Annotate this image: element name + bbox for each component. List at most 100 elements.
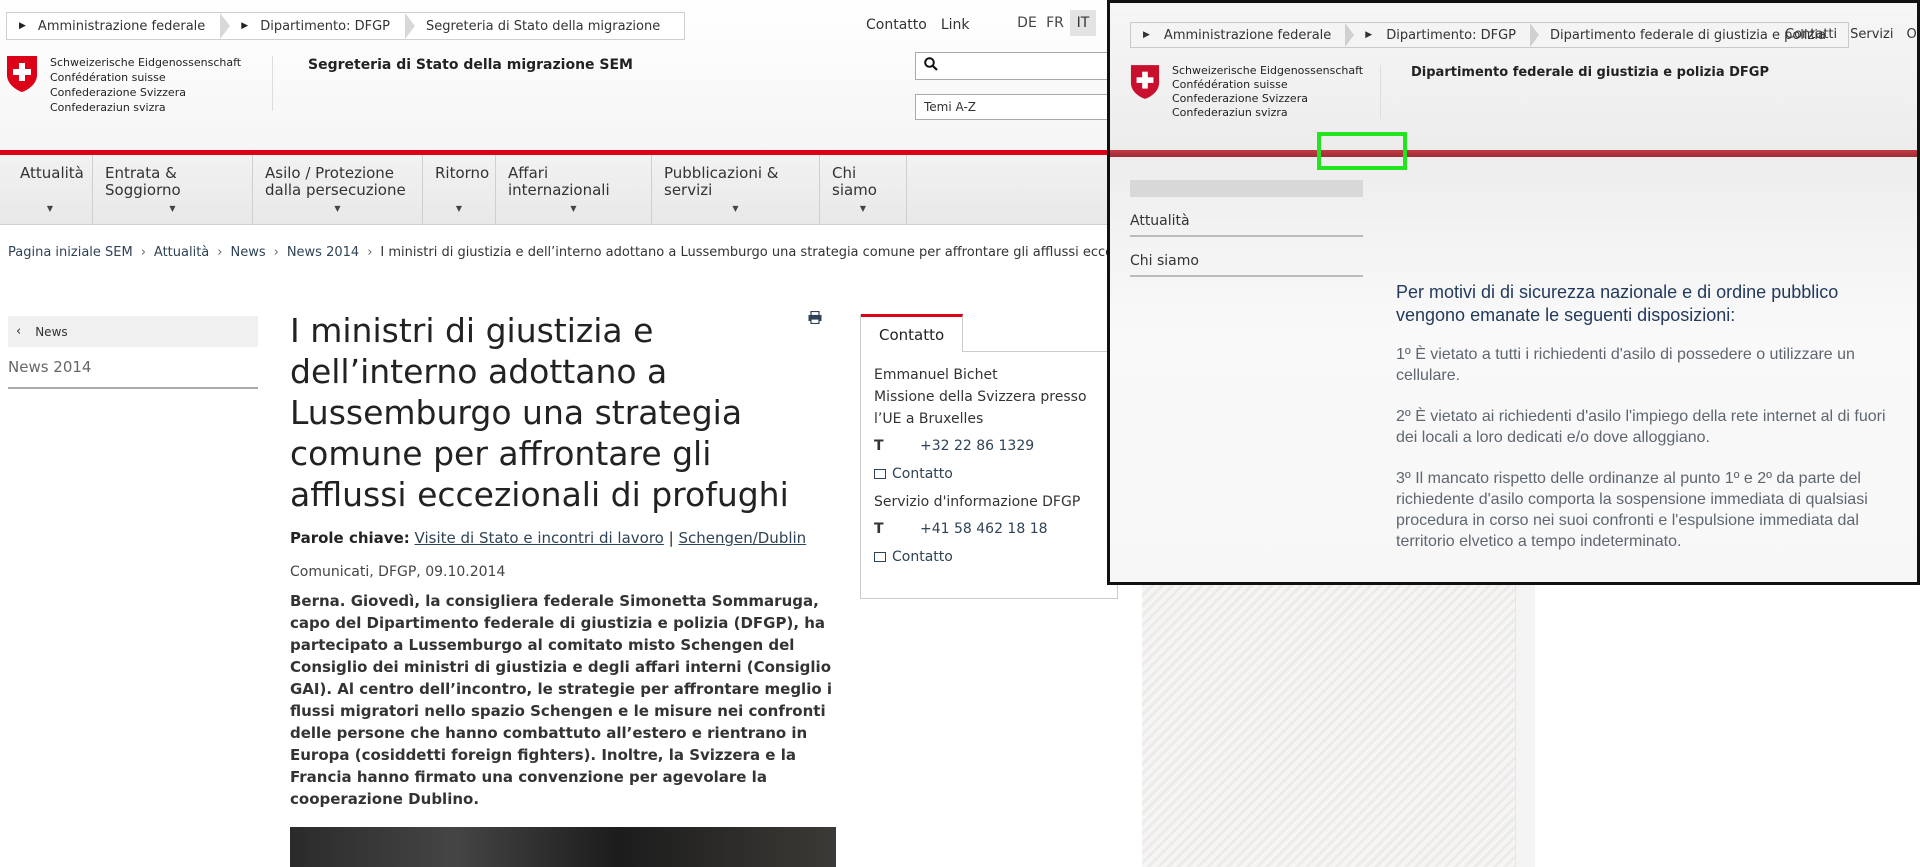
contact-card: Contatto Emmanuel Bichet Missione della … [860,314,1118,599]
overlay-notice: Per motivi di di sicurezza nazionale e d… [1396,281,1906,572]
logo-divider [272,56,273,111]
triangle-right-icon: ▶ [1365,30,1373,40]
contact-phone-row: T +41 58 462 18 18 [874,518,1114,540]
site-header: ▶ Amministrazione federale ▶ Dipartimento:… [0,0,1140,152]
breadcrumb-news[interactable]: News [230,245,265,260]
top-breadcrumb-item[interactable]: ▶ Amministrazione federale [7,13,231,39]
language-switcher: DE FR IT [1014,10,1096,36]
article-photo [290,827,836,867]
page-breadcrumb: Pagina iniziale SEM › Attualità › News › Ne… [8,245,1229,260]
federation-names: Schweizerische Eidgenossenschaft Confédé… [1172,64,1364,119]
contact-phone[interactable]: +32 22 86 1329 [920,435,1034,457]
breadcrumb-home[interactable]: Pagina iniziale SEM [8,245,133,260]
nav-item-international[interactable]: Affari internazionali ▼ [496,155,652,225]
lang-de[interactable]: DE [1014,10,1040,36]
contact-phone[interactable]: +41 58 462 18 18 [920,518,1048,540]
chevron-down-icon: ▼ [570,204,577,213]
lang-fr[interactable]: FR [1042,10,1068,36]
contact-link[interactable]: Contatto [874,546,1114,568]
overlay-side-nav: Attualità Chi siamo [1130,180,1363,277]
contact-tab-line [963,351,1117,352]
triangle-right-icon: ▶ [19,21,26,31]
chevron-down-icon: ▼ [455,204,463,213]
contact-name: Emmanuel Bichet [874,367,998,383]
nav-item-news[interactable]: Attualità ▼ [8,155,93,225]
overlay-link-offers[interactable]: Offerte [1906,27,1917,42]
keyword-link[interactable]: Visite di Stato e incontri di lavoro [415,529,664,547]
overlay-breadcrumb: ▶ Amministrazione federale ▶ Dipartimento:… [1130,22,1849,48]
notice-item: 3º Il mancato rispetto delle ordinanze a… [1396,470,1868,550]
top-breadcrumb-item[interactable]: Segreteria di Stato della migrazione [414,13,684,39]
top-breadcrumb: ▶ Amministrazione federale ▶ Dipartimento:… [6,12,686,40]
highlight-box [1317,132,1407,170]
chevron-down-icon: ▼ [334,204,341,213]
overlay-breadcrumb-item[interactable]: ▶ Amministrazione federale [1131,23,1355,47]
side-back-link[interactable]: ‹ News [8,316,258,347]
swiss-shield-icon [6,55,38,93]
article: I ministri di giustizia e dell’interno a… [290,310,838,810]
search-icon[interactable] [924,57,938,75]
overlay-top-links: Contatti Servizi Offerte [1785,27,1917,42]
top-breadcrumb-item[interactable]: ▶ Dipartimento: DFGP [229,13,415,39]
chevron-down-icon: ▼ [169,204,176,213]
overlay-side-item-news[interactable]: Attualità [1130,197,1363,237]
overlay-window: ▶ Amministrazione federale ▶ Dipartimento:… [1107,0,1920,585]
top-links: Contatto Link [866,17,970,33]
breadcrumb-news-section[interactable]: Attualità [154,245,209,260]
article-lead: Berna. Giovedì, la consigliera federale … [290,592,833,808]
overlay-department-title: Dipartimento federale di giustizia e pol… [1411,65,1769,80]
contact-link[interactable]: Contatto [874,463,1114,485]
overlay-red-bar [1110,150,1917,157]
contact-body: Emmanuel Bichet Missione della Svizzera … [874,364,1114,568]
overlay-breadcrumb-item[interactable]: ▶ Dipartimento: DFGP [1353,23,1539,47]
overlay-side-item-about[interactable]: Chi siamo [1130,237,1363,277]
lang-it[interactable]: IT [1070,10,1096,36]
side-nav: ‹ News News 2014 [8,316,258,389]
triangle-right-icon: ▶ [1143,30,1150,40]
chevron-down-icon: ▼ [859,204,867,213]
nav-item-publications[interactable]: Pubblicazioni & servizi ▼ [652,155,820,225]
main-page: ▶ Amministrazione federale ▶ Dipartimento:… [0,0,1229,867]
background-panel-edge [1515,560,1535,867]
nav-item-entry[interactable]: Entrata & Soggiorno ▼ [93,155,253,225]
federation-names: Schweizerische Eidgenossenschaft Confédé… [50,56,242,114]
chevron-down-icon: ▼ [46,204,54,213]
notice-item: 2º È vietato ai richiedenti d'asilo l'im… [1396,408,1886,446]
department-title: Segreteria di Stato della migrazione SEM [308,57,633,73]
breadcrumb-current: I ministri di giustizia e dell’interno a… [380,245,1230,260]
swiss-shield-icon [1130,64,1162,102]
federal-logo[interactable]: Schweizerische Eidgenossenschaft Confédé… [6,55,241,115]
chevron-down-icon: ▼ [732,204,739,213]
side-current-item[interactable]: News 2014 [8,347,258,389]
nav-item-return[interactable]: Ritorno ▼ [423,155,496,225]
main-nav: Attualità ▼ Entrata & Soggiorno ▼ Asilo / … [0,155,1140,225]
mail-icon [874,469,886,479]
contact-tab[interactable]: Contatto [861,314,963,352]
top-link-links[interactable]: Link [941,17,970,33]
overlay-logo-divider [1380,65,1381,119]
breadcrumb-separator: › [367,245,373,260]
nav-item-asylum[interactable]: Asilo / Protezione dalla persecuzione ▼ [253,155,423,225]
article-keywords: Parole chiave: Visite di Stato e incontr… [290,529,807,547]
notice-heading: Per motivi di di sicurezza nazionale e d… [1396,282,1839,325]
breadcrumb-separator: › [140,245,146,260]
article-meta: Comunicati, DFGP, 09.10.2014 [290,564,506,580]
top-link-contact[interactable]: Contatto [866,17,927,33]
overlay-side-bar [1130,180,1363,197]
breadcrumb-separator: › [273,245,279,260]
notice-item: 1º È vietato a tutti i richiedenti d'asi… [1396,346,1855,384]
contact-phone-row: T +32 22 86 1329 [874,435,1114,457]
breadcrumb-news-2014[interactable]: News 2014 [287,245,359,260]
contact-org: Missione della Svizzera presso l’UE a Br… [874,389,1087,427]
keyword-link[interactable]: Schengen/Dublin [678,529,806,547]
contact-service: Servizio d'informazione DFGP [874,494,1081,510]
overlay-header: ▶ Amministrazione federale ▶ Dipartimento:… [1110,3,1917,153]
article-title: I ministri di giustizia e dell’interno a… [290,311,789,514]
overlay-link-services[interactable]: Servizi [1850,27,1893,42]
triangle-right-icon: ▶ [241,21,249,31]
overlay-link-contacts[interactable]: Contatti [1785,27,1837,42]
nav-item-about[interactable]: Chi siamo ▼ [820,155,907,225]
overlay-federal-logo[interactable]: Schweizerische Eidgenossenschaft Confédé… [1130,64,1363,120]
mail-icon [874,552,886,562]
back-arrow-icon: ‹ [16,324,22,339]
